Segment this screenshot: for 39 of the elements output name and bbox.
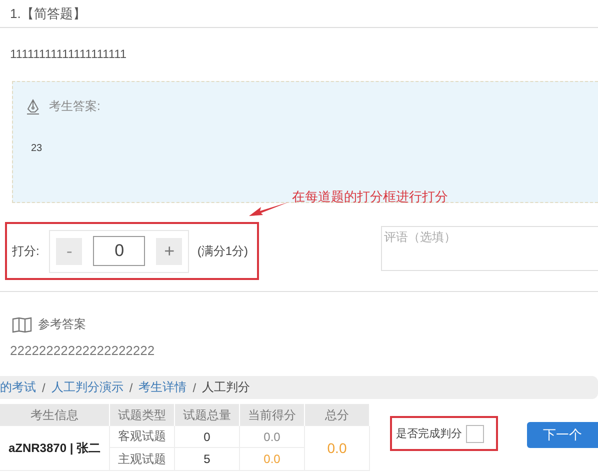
increase-button[interactable]: + bbox=[156, 238, 182, 264]
table-cell: 0.0 bbox=[240, 448, 305, 471]
table-cell: 5 bbox=[175, 448, 240, 471]
table-cell: 0 bbox=[175, 426, 240, 448]
map-icon bbox=[12, 316, 32, 332]
breadcrumb-link[interactable]: 人工判分演示 bbox=[51, 379, 124, 396]
comment-field[interactable]: 评语（选填） bbox=[381, 226, 598, 271]
question-stem: 11111111111111111111 bbox=[10, 47, 127, 61]
table-cell: 0.0 bbox=[240, 426, 305, 448]
reference-label: 参考答案 bbox=[38, 316, 86, 333]
score-label: 打分: bbox=[12, 242, 40, 260]
table-cell: 主观试题 bbox=[110, 448, 175, 471]
answer-label: 考生答案: bbox=[49, 98, 100, 115]
breadcrumb-link[interactable]: 的考试 bbox=[0, 379, 36, 396]
column-header: 总分 bbox=[305, 404, 370, 426]
column-header: 试题类型 bbox=[110, 404, 175, 426]
breadcrumb-separator: / bbox=[42, 380, 46, 394]
column-header: 试题总量 bbox=[175, 404, 240, 426]
breadcrumb-link[interactable]: 考生详情 bbox=[138, 379, 187, 396]
column-header: 考生信息 bbox=[0, 404, 110, 426]
table-cell: 客观试题 bbox=[110, 426, 175, 448]
reference-text: 22222222222222222222 bbox=[10, 343, 156, 358]
answer-text: 23 bbox=[31, 143, 44, 154]
score-input[interactable]: 0 bbox=[93, 236, 146, 266]
breadcrumb-separator: / bbox=[192, 380, 196, 394]
decrease-button[interactable]: - bbox=[56, 238, 82, 264]
pen-nib-icon bbox=[25, 98, 41, 114]
finish-checkbox[interactable] bbox=[466, 424, 484, 442]
annotation-text: 在每道题的打分框进行打分 bbox=[292, 188, 448, 206]
finish-label: 是否完成判分 bbox=[396, 426, 462, 441]
max-score-note: (满分1分) bbox=[197, 242, 248, 260]
breadcrumb-separator: / bbox=[129, 380, 133, 394]
breadcrumb-link[interactable]: 人工判分 bbox=[202, 379, 250, 396]
total-score-cell: 0.0 bbox=[305, 426, 370, 471]
column-header: 当前得分 bbox=[240, 404, 305, 426]
question-title: 1.【简答题】 bbox=[10, 4, 86, 22]
examinee-cell: aZNR3870 | 张二 bbox=[0, 426, 110, 471]
next-button[interactable]: 下一个 bbox=[527, 422, 598, 448]
annotation-arrow bbox=[248, 200, 290, 218]
